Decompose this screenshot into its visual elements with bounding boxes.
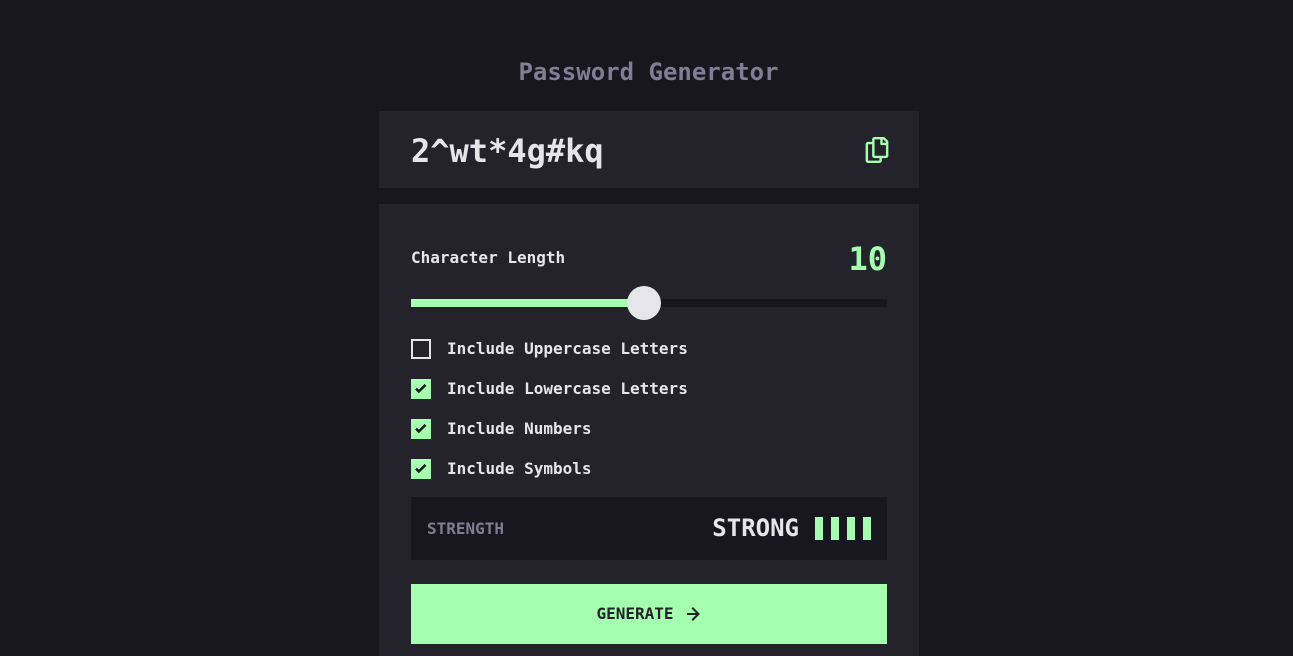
generated-password: 2^wt*4g#kq bbox=[411, 132, 604, 170]
check-icon bbox=[415, 464, 427, 474]
character-length-label: Character Length bbox=[411, 248, 566, 267]
copy-icon[interactable] bbox=[865, 137, 889, 163]
strength-label: STRENGTH bbox=[427, 519, 505, 538]
strength-bar bbox=[847, 517, 855, 540]
numbers-checkbox[interactable] bbox=[411, 419, 431, 439]
password-generator-page: Password Generator 2^wt*4g#kq Character … bbox=[0, 0, 1293, 656]
character-length-value: 10 bbox=[848, 240, 887, 278]
page-title: Password Generator bbox=[518, 58, 779, 86]
length-slider[interactable] bbox=[411, 286, 887, 320]
option-label: Include Uppercase Letters bbox=[447, 339, 688, 358]
password-display: 2^wt*4g#kq bbox=[379, 111, 919, 188]
strength-bars bbox=[815, 517, 871, 540]
strength-meter: STRENGTH STRONG bbox=[411, 497, 887, 560]
generate-label: GENERATE bbox=[596, 604, 674, 623]
slider-thumb[interactable] bbox=[627, 286, 662, 320]
strength-bar bbox=[831, 517, 839, 540]
lowercase-checkbox[interactable] bbox=[411, 379, 431, 399]
uppercase-checkbox[interactable] bbox=[411, 339, 431, 359]
option-symbols[interactable]: Include Symbols bbox=[411, 459, 592, 479]
generate-button[interactable]: GENERATE bbox=[411, 584, 887, 644]
option-numbers[interactable]: Include Numbers bbox=[411, 419, 592, 439]
option-label: Include Symbols bbox=[447, 459, 592, 478]
slider-fill bbox=[411, 299, 645, 307]
option-lowercase[interactable]: Include Lowercase Letters bbox=[411, 379, 688, 399]
check-icon bbox=[415, 424, 427, 434]
strength-value: STRONG bbox=[712, 514, 799, 542]
symbols-checkbox[interactable] bbox=[411, 459, 431, 479]
arrow-right-icon bbox=[686, 607, 700, 621]
check-icon bbox=[415, 384, 427, 394]
options-panel: Character Length 10 Include Uppercase Le… bbox=[379, 204, 919, 656]
option-label: Include Numbers bbox=[447, 419, 592, 438]
option-uppercase[interactable]: Include Uppercase Letters bbox=[411, 339, 688, 359]
option-label: Include Lowercase Letters bbox=[447, 379, 688, 398]
strength-bar bbox=[815, 517, 823, 540]
strength-bar bbox=[863, 517, 871, 540]
